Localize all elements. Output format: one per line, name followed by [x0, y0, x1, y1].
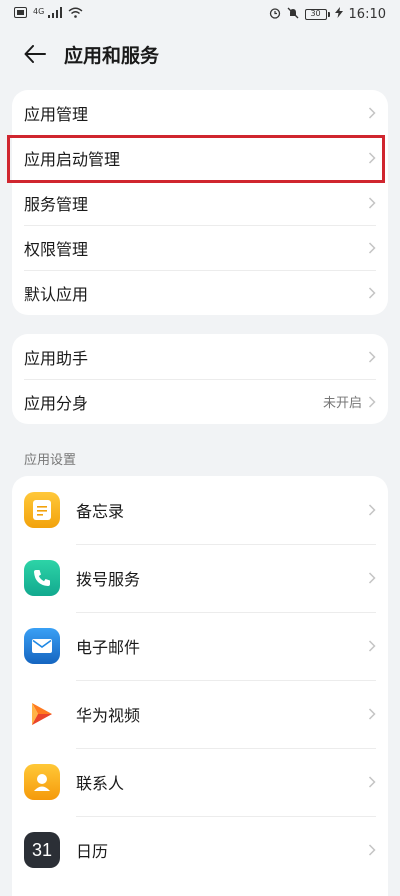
app-settings-list: 备忘录 拨号服务 电子邮件 华为视频 联系人 31 日历 [12, 476, 388, 896]
chevron-right-icon [368, 350, 376, 363]
app-label: 拨号服务 [76, 570, 141, 589]
row-service-management[interactable]: 服务管理 [12, 180, 388, 225]
sim-icon [14, 7, 27, 21]
phone-icon [24, 560, 60, 596]
chevron-right-icon [368, 241, 376, 254]
signal-icon: 4G [33, 7, 62, 21]
row-permission-management[interactable]: 权限管理 [12, 225, 388, 270]
notes-icon [24, 492, 60, 528]
section-title-app-settings: 应用设置 [24, 453, 77, 468]
row-value: 未开启 [322, 396, 362, 411]
settings-group-2: 应用助手 应用分身 未开启 [12, 334, 388, 424]
app-row-calendar[interactable]: 31 日历 [12, 816, 388, 884]
app-row-dialer[interactable]: 拨号服务 [12, 544, 388, 612]
row-app-launch-management[interactable]: 应用启动管理 [12, 135, 388, 180]
contacts-icon [24, 764, 60, 800]
row-label: 应用助手 [24, 348, 89, 368]
app-row-huawei-video[interactable]: 华为视频 [12, 680, 388, 748]
calendar-icon: 31 [24, 832, 60, 868]
row-app-twin[interactable]: 应用分身 未开启 [12, 379, 388, 424]
status-left: 4G [14, 7, 83, 21]
status-time: 16:10 [348, 6, 386, 22]
chevron-right-icon [368, 151, 376, 164]
row-label: 权限管理 [24, 239, 89, 259]
chevron-right-icon [368, 286, 376, 299]
row-label: 应用分身 [24, 393, 89, 413]
calendar-icon-text: 31 [31, 839, 53, 860]
row-label: 默认应用 [24, 284, 89, 304]
signal-text: 4G [33, 7, 45, 16]
back-arrow-icon [24, 45, 46, 63]
app-label: 华为视频 [76, 706, 141, 725]
app-row-contacts[interactable]: 联系人 [12, 748, 388, 816]
status-right: 30 16:10 [269, 7, 386, 22]
app-label: 日历 [76, 842, 109, 861]
chevron-right-icon [368, 708, 376, 720]
page-title: 应用和服务 [64, 44, 160, 67]
chevron-right-icon [368, 640, 376, 652]
app-label: 电子邮件 [76, 638, 141, 657]
mail-icon [24, 628, 60, 664]
chevron-right-icon [368, 196, 376, 209]
header: 应用和服务 [0, 34, 400, 74]
app-label: 联系人 [76, 774, 125, 793]
battery-text: 30 [310, 8, 321, 18]
row-label: 应用启动管理 [24, 149, 121, 169]
status-bar: 4G 30 16:10 [0, 0, 400, 28]
chevron-right-icon [368, 504, 376, 516]
chevron-right-icon [368, 844, 376, 856]
row-app-assistant[interactable]: 应用助手 [12, 334, 388, 379]
row-app-management[interactable]: 应用管理 [12, 90, 388, 135]
wifi-icon [68, 7, 83, 21]
alarm-icon [269, 7, 281, 22]
back-button[interactable] [20, 39, 50, 69]
row-label: 应用管理 [24, 104, 89, 124]
battery-icon: 30 [304, 8, 330, 20]
row-default-apps[interactable]: 默认应用 [12, 270, 388, 315]
app-label: 备忘录 [76, 502, 125, 521]
chevron-right-icon [368, 776, 376, 788]
charging-icon [334, 7, 343, 21]
app-row-notes[interactable]: 备忘录 [12, 476, 388, 544]
chevron-right-icon [368, 106, 376, 119]
video-icon [24, 696, 60, 732]
mute-icon [287, 7, 299, 22]
app-row-email[interactable]: 电子邮件 [12, 612, 388, 680]
chevron-right-icon [368, 572, 376, 584]
row-label: 服务管理 [24, 194, 89, 214]
settings-group-1: 应用管理 应用启动管理 服务管理 权限管理 默认应用 [12, 90, 388, 315]
chevron-right-icon [368, 395, 376, 408]
